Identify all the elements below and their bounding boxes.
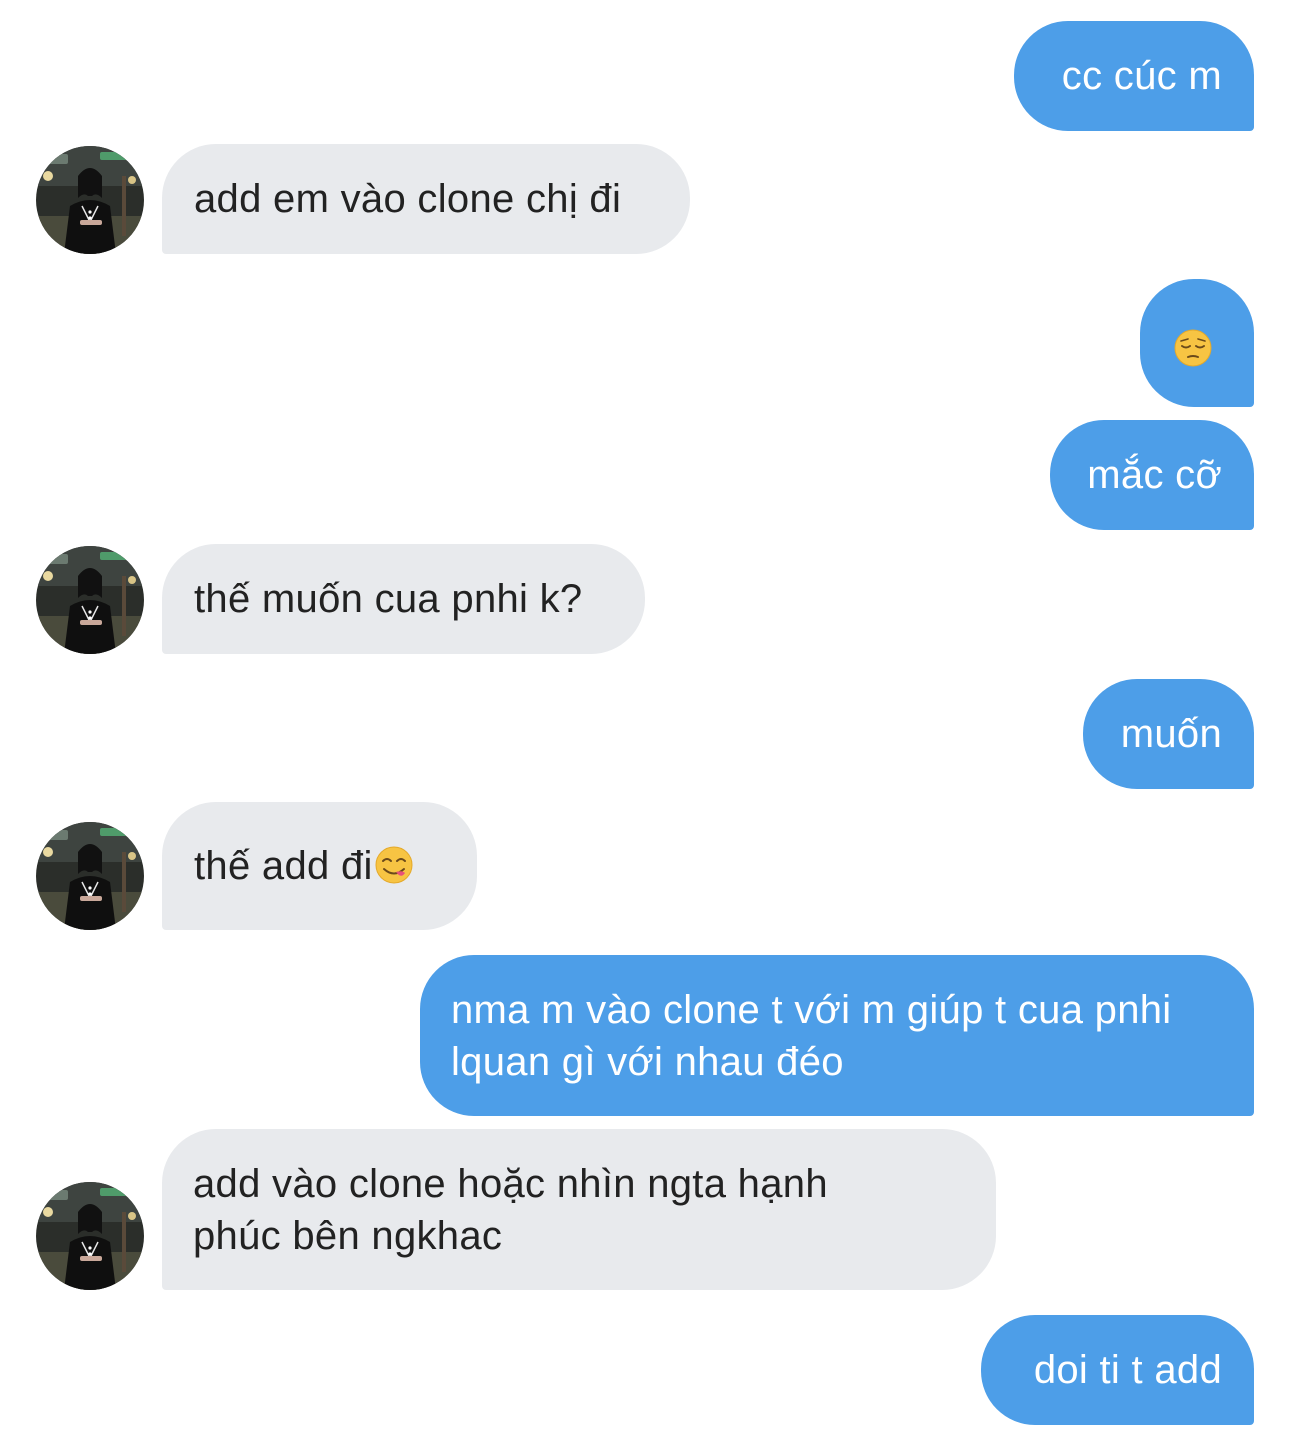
message-text: mắc cỡ bbox=[1087, 453, 1222, 497]
message-bubble-outgoing[interactable]: muốn bbox=[1083, 679, 1254, 789]
message-text: thế add đi bbox=[194, 844, 373, 888]
message-text: add em vào clone chị đi bbox=[194, 177, 622, 221]
message-bubble-incoming[interactable]: add em vào clone chị đi bbox=[162, 144, 690, 254]
message-text: cc cúc m bbox=[1061, 54, 1222, 98]
message-text: muốn bbox=[1120, 712, 1222, 756]
message-bubble-incoming[interactable]: thế add đi bbox=[162, 802, 477, 930]
message-bubble-incoming[interactable]: add vào clone hoặc nhìn ngta hạnh phúc b… bbox=[162, 1129, 996, 1290]
message-bubble-outgoing[interactable]: cc cúc m bbox=[1014, 21, 1254, 131]
contact-avatar[interactable] bbox=[36, 146, 144, 254]
face-savoring-food-emoji-icon bbox=[375, 846, 413, 884]
message-bubble-incoming[interactable]: thế muốn cua pnhi k? bbox=[162, 544, 645, 654]
message-bubble-outgoing[interactable] bbox=[1140, 279, 1254, 407]
message-bubble-outgoing[interactable]: doi ti t add bbox=[981, 1315, 1254, 1425]
pensive-face-emoji-icon bbox=[1174, 329, 1212, 367]
message-bubble-outgoing[interactable]: mắc cỡ bbox=[1050, 420, 1254, 530]
message-text: doi ti t add bbox=[1033, 1348, 1222, 1392]
contact-avatar[interactable] bbox=[36, 1182, 144, 1290]
message-bubble-outgoing[interactable]: nma m vào clone t với m giúp t cua pnhi … bbox=[420, 955, 1254, 1116]
message-text: thế muốn cua pnhi k? bbox=[194, 577, 583, 621]
message-text: add vào clone hoặc nhìn ngta hạnh phúc b… bbox=[193, 1162, 828, 1258]
contact-avatar[interactable] bbox=[36, 822, 144, 930]
contact-avatar[interactable] bbox=[36, 546, 144, 654]
message-text: nma m vào clone t với m giúp t cua pnhi … bbox=[451, 988, 1172, 1084]
